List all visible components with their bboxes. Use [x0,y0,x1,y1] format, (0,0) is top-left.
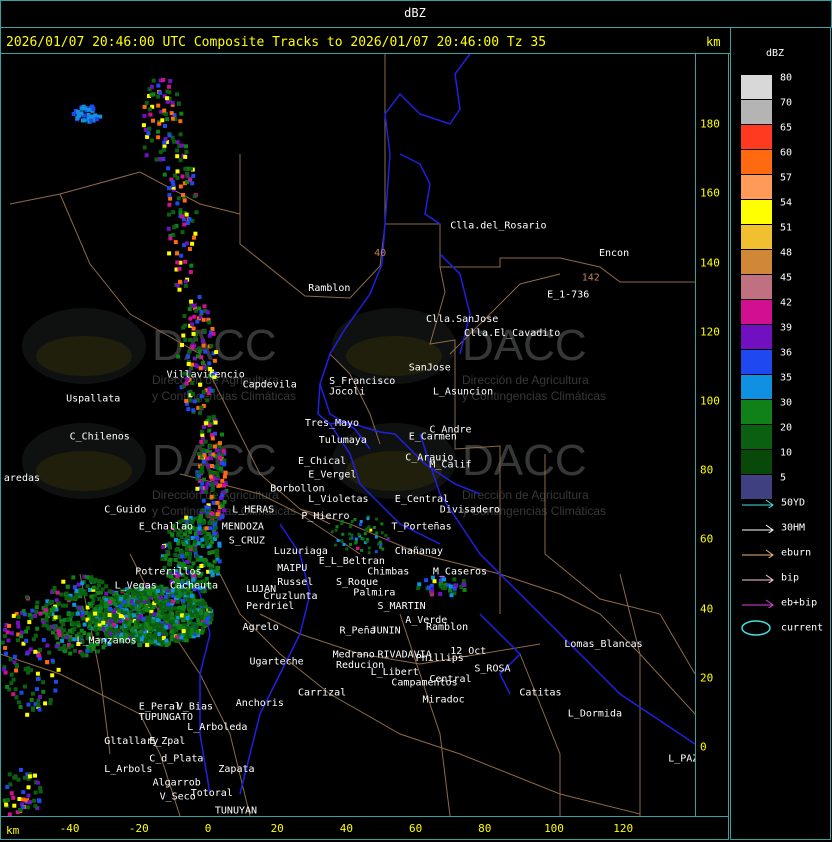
dbz-level-label: 20 [780,422,793,434]
x-tick-label: 0 [204,822,212,835]
y-tick-label: 120 [700,325,720,339]
window-title: dBZ [404,6,426,20]
track-label: 50YD [781,497,806,509]
x-unit-label: km [6,824,20,837]
dbz-swatch [741,125,772,149]
track-arrow-icon [742,524,774,533]
dbz-level-label: 60 [780,147,793,159]
track-arrow-icon [742,574,774,583]
x-tick-label: 120 [613,822,634,835]
x-tick-label: 20 [270,822,284,835]
current-ellipse-icon [741,620,771,636]
dbz-swatch [741,175,772,199]
dbz-swatch [741,75,772,99]
composite-tracks-header: 2026/01/07 20:46:00 UTC Composite Tracks… [6,35,547,50]
dbz-swatch [741,325,772,349]
y-tick-label: 180 [700,117,720,131]
y-tick-label: 60 [700,532,714,546]
dbz-level-label: 70 [780,97,793,109]
x-tick-label: -40 [59,822,80,835]
y-tick-label: 80 [700,463,714,477]
x-tick-label: -20 [128,822,149,835]
dbz-swatch [741,150,772,174]
dbz-swatch [741,200,772,224]
dbz-level-label: 54 [780,197,793,209]
dbz-level-label: 57 [780,172,793,184]
track-label: current [781,622,824,634]
dbz-level-label: 5 [780,472,787,484]
dbz-level-label: 30 [780,397,793,409]
track-arrow-icon [742,499,774,508]
dbz-swatch [741,100,772,124]
dbz-level-label: 39 [780,322,793,334]
dbz-swatch [741,450,772,474]
dbz-level-label: 51 [780,222,793,234]
dbz-level-label: 35 [780,372,793,384]
x-tick-label: 40 [339,822,354,835]
track-label: eb+bip [781,597,818,609]
y-unit-label: km [706,35,721,49]
legend-title: dBZ [766,48,785,59]
dbz-level-label: 45 [780,272,793,284]
dbz-level-label: 36 [780,347,793,359]
map-frame [0,54,729,840]
dbz-swatch [741,300,772,324]
y-tick-label: 160 [700,186,720,200]
track-label: bip [781,572,800,584]
track-label: eburn [781,547,812,559]
x-tick-label: 100 [544,822,564,835]
dbz-swatch [741,475,772,499]
dbz-level-label: 80 [780,72,793,84]
dbz-swatch [741,275,772,299]
track-arrow-icon [742,599,774,608]
y-tick-label: 40 [700,602,714,616]
track-label: 30HM [781,522,806,534]
dbz-swatch [741,375,772,399]
y-tick-label: 0 [700,740,707,754]
x-tick-label: 60 [408,822,423,835]
dbz-level-label: 10 [780,447,793,459]
track-arrow-icon [742,549,774,558]
dbz-level-label: 65 [780,122,793,134]
dbz-level-label: 48 [780,247,793,259]
y-tick-label: 20 [700,671,714,685]
x-tick-label: 80 [478,822,492,835]
dbz-level-label: 42 [780,297,793,309]
dbz-swatch [741,225,772,249]
dbz-swatch [741,250,772,274]
dbz-swatch [741,425,772,449]
dbz-swatch [741,350,772,374]
y-tick-label: 140 [700,256,720,270]
dbz-swatch [741,400,772,424]
y-tick-label: 100 [700,394,720,408]
